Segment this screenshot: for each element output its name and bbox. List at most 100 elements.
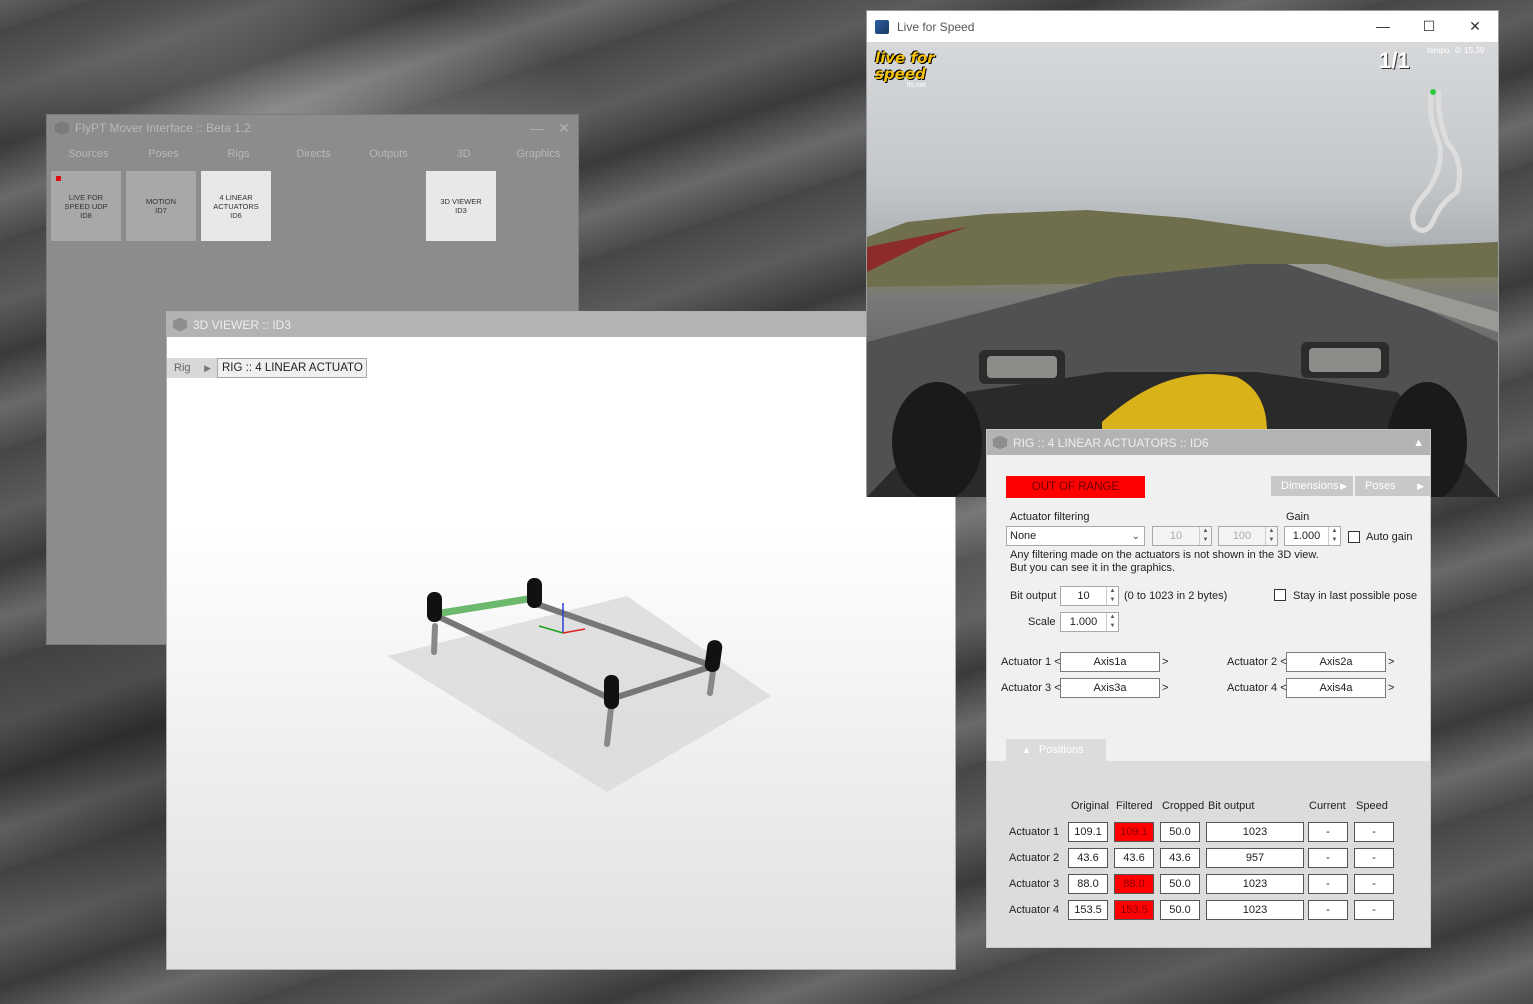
out-of-range-indicator: OUT OF RANGE	[1006, 476, 1145, 498]
actuator-head	[527, 578, 542, 608]
tile-3d-viewer[interactable]: 3D VIEWER ID3	[426, 171, 496, 241]
actuator3-axis-label: Actuator 3 <	[1001, 682, 1061, 694]
bit-output-stepper[interactable]: 10 ▲ ▼	[1060, 586, 1119, 606]
actuator-row-label: Actuator 1	[1009, 826, 1060, 838]
actuator-row-label: Actuator 4	[1009, 904, 1060, 916]
tile-lfs-udp-source[interactable]: LIVE FOR SPEED UDP ID8	[51, 171, 121, 241]
angle-bracket-icon: >	[1162, 682, 1169, 694]
filter-param2-stepper[interactable]: 100 ▲ ▼	[1218, 526, 1278, 546]
lfs-title-bar[interactable]: Live for Speed — ☐ ✕	[867, 11, 1498, 42]
triangle-up-icon: ▲	[1022, 745, 1031, 755]
dimensions-tab[interactable]: Dimensions ▶	[1271, 476, 1353, 496]
minimize-icon[interactable]: —	[530, 120, 544, 137]
chevron-down-icon: ⌄	[1131, 530, 1140, 542]
viewer-title-bar[interactable]: 3D VIEWER :: ID3 ▲	[167, 312, 955, 337]
stepper-arrows-icon[interactable]: ▲ ▼	[1106, 613, 1118, 631]
tile-label: MOTION ID7	[146, 197, 176, 215]
actuator2-axis-label: Actuator 2 <	[1227, 656, 1287, 668]
tab-3d[interactable]: 3D	[426, 145, 501, 171]
position-cell-filtered: 153.5	[1114, 900, 1154, 920]
rig-title-bar[interactable]: RIG :: 4 LINEAR ACTUATORS :: ID6 ▲	[987, 430, 1430, 455]
stepper-arrows-icon[interactable]: ▲ ▼	[1265, 527, 1277, 545]
col-header-bit-output: Bit output	[1208, 800, 1255, 812]
actuator4-axis-field[interactable]: Axis4a	[1286, 678, 1386, 698]
dimensions-tab-label: Dimensions	[1281, 480, 1339, 492]
position-cell-current: -	[1308, 848, 1348, 868]
filter-param1-stepper[interactable]: 10 ▲ ▼	[1152, 526, 1212, 546]
filter-param2-value: 100	[1232, 530, 1252, 542]
tile-label: 3D VIEWER ID3	[440, 197, 482, 215]
actuator-row-label: Actuator 2	[1009, 852, 1060, 864]
bit-output-range: (0 to 1023 in 2 bytes)	[1124, 590, 1228, 602]
tile-motion-pose[interactable]: MOTION ID7	[126, 171, 196, 241]
lfs-logo: live for speed lfs.net	[875, 50, 970, 89]
flypt-window-title: FlyPT Mover Interface :: Beta 1.2	[75, 121, 251, 135]
position-cell-speed: -	[1354, 848, 1394, 868]
actuator1-axis-label: Actuator 1 <	[1001, 656, 1061, 668]
auto-gain-checkbox[interactable]	[1348, 531, 1360, 543]
minimize-icon[interactable]: —	[1360, 18, 1406, 35]
position-cell-cropped: 43.6	[1160, 848, 1200, 868]
filter-select[interactable]: None ⌄	[1006, 526, 1145, 546]
scale-stepper[interactable]: 1.000 ▲ ▼	[1060, 612, 1119, 632]
position-cell-bit-output: 957	[1206, 848, 1304, 868]
active-indicator-icon	[56, 176, 61, 181]
poses-tab-label: Poses	[1365, 480, 1396, 492]
close-icon[interactable]: ✕	[1452, 18, 1498, 35]
lfs-window-title: Live for Speed	[897, 19, 975, 34]
angle-bracket-icon: >	[1388, 656, 1395, 668]
rig-window-title: RIG :: 4 LINEAR ACTUATORS :: ID6	[1013, 435, 1209, 450]
collapse-up-icon[interactable]: ▲	[1413, 437, 1424, 449]
stepper-arrows-icon[interactable]: ▲ ▼	[1328, 527, 1340, 545]
stay-last-pose-checkbox[interactable]	[1274, 589, 1286, 601]
position-cell-speed: -	[1354, 900, 1394, 920]
play-arrow-icon: ▶	[1417, 480, 1424, 491]
tile-4-linear-actuators-rig[interactable]: 4 LINEAR ACTUATORS ID6	[201, 171, 271, 241]
actuator3-axis-field[interactable]: Axis3a	[1060, 678, 1160, 698]
actuator2-axis-field[interactable]: Axis2a	[1286, 652, 1386, 672]
close-icon[interactable]: ✕	[558, 120, 570, 137]
lfs-logo-site: lfs.net	[907, 82, 926, 89]
actuator1-axis-field[interactable]: Axis1a	[1060, 652, 1160, 672]
rig-logo-icon	[993, 435, 1007, 450]
tab-rigs[interactable]: Rigs	[201, 145, 276, 171]
position-cell-current: -	[1308, 900, 1348, 920]
rig-label: Rig ▶	[167, 358, 217, 378]
play-arrow-icon: ▶	[1340, 480, 1347, 491]
positions-tab[interactable]: ▲ Positions	[1006, 739, 1106, 761]
angle-bracket-icon: >	[1388, 682, 1395, 694]
position-cell-bit-output: 1023	[1206, 874, 1304, 894]
stepper-arrows-icon[interactable]: ▲ ▼	[1199, 527, 1211, 545]
3d-scene-canvas[interactable]	[167, 378, 955, 969]
position-cell-bit-output: 1023	[1206, 822, 1304, 842]
position-cell-cropped: 50.0	[1160, 822, 1200, 842]
poses-tab[interactable]: Poses ▶	[1355, 476, 1430, 496]
gain-label: Gain	[1286, 511, 1310, 523]
filter-select-value: None	[1010, 530, 1037, 542]
flypt-title-bar[interactable]: FlyPT Mover Interface :: Beta 1.2 — ✕	[47, 115, 578, 141]
rig-selector-bar: Rig ▶ RIG :: 4 LINEAR ACTUATO ⌄	[167, 358, 367, 378]
rig-select-value: RIG :: 4 LINEAR ACTUATO	[222, 362, 363, 374]
tab-graphics[interactable]: Graphics	[501, 145, 576, 171]
position-cell-current: -	[1308, 874, 1348, 894]
module-tiles: LIVE FOR SPEED UDP ID8 MOTION ID7 4 LINE…	[47, 171, 578, 251]
position-cell-current: -	[1308, 822, 1348, 842]
rig-select[interactable]: RIG :: 4 LINEAR ACTUATO ⌄	[217, 358, 367, 378]
rig-3d-render	[387, 578, 771, 792]
tab-sources[interactable]: Sources	[51, 145, 126, 171]
flypt-logo-icon	[55, 121, 69, 135]
stepper-arrows-icon[interactable]: ▲ ▼	[1106, 587, 1118, 605]
filter-note-line1: Any filtering made on the actuators is n…	[1010, 549, 1319, 561]
tab-poses[interactable]: Poses	[126, 145, 201, 171]
position-cell-cropped: 50.0	[1160, 874, 1200, 894]
position-cell-filtered: 88.0	[1114, 874, 1154, 894]
position-cell-filtered: 109.1	[1114, 822, 1154, 842]
3d-viewer-window: 3D VIEWER :: ID3 ▲ Rig ▶ RIG :: 4 LINEAR…	[166, 311, 956, 970]
rig-window: RIG :: 4 LINEAR ACTUATORS :: ID6 ▲ OUT O…	[986, 429, 1431, 948]
gain-stepper[interactable]: 1.000 ▲ ▼	[1284, 526, 1341, 546]
tab-directs[interactable]: Directs	[276, 145, 351, 171]
tab-outputs[interactable]: Outputs	[351, 145, 426, 171]
position-cell-speed: -	[1354, 874, 1394, 894]
actuator-head	[604, 675, 619, 709]
maximize-icon[interactable]: ☐	[1406, 18, 1452, 35]
